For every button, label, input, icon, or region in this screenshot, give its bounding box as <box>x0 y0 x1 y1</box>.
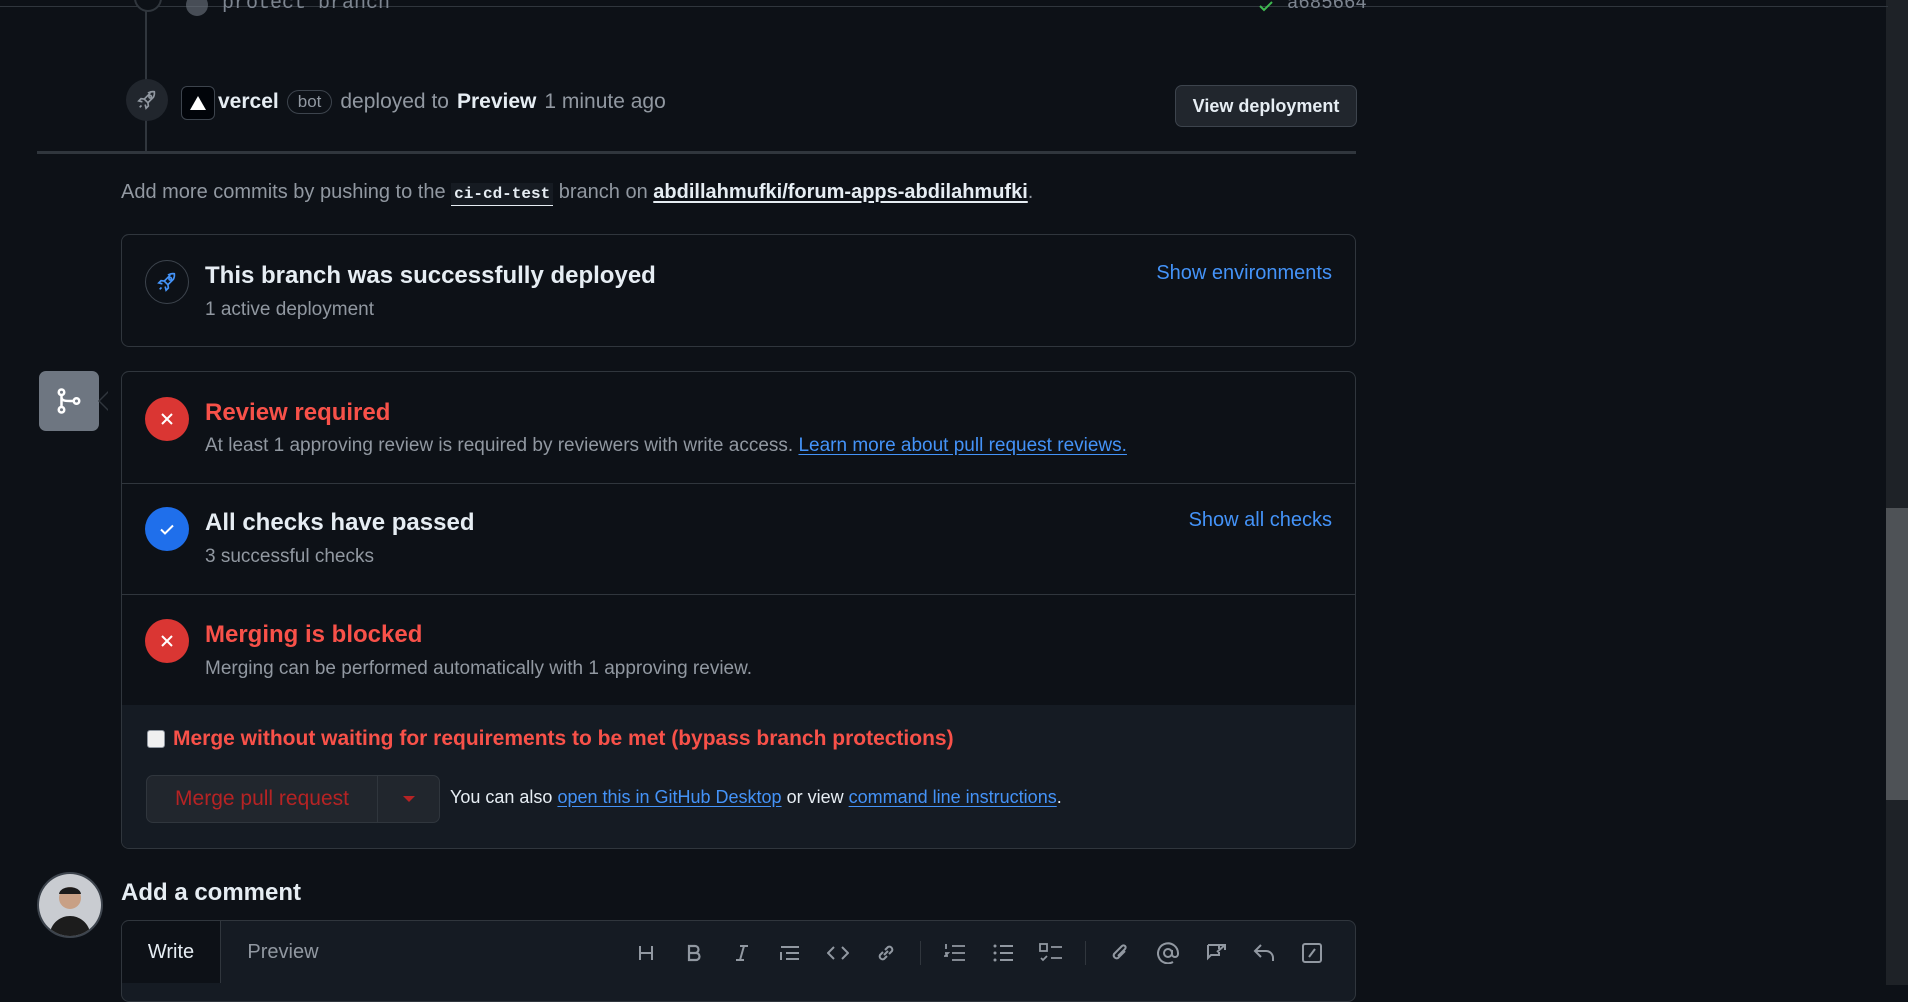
timeline-end-divider <box>37 151 1356 154</box>
merge-pull-request-button[interactable]: Merge pull request <box>147 776 378 822</box>
alternatives-middle: or view <box>786 787 844 807</box>
checks-subtitle: 3 successful checks <box>205 546 374 567</box>
merge-box-caret-inner <box>100 392 109 410</box>
show-environments-link[interactable]: Show environments <box>1156 262 1332 285</box>
deploy-author[interactable]: vercel <box>218 90 279 114</box>
command-line-link[interactable]: command line instructions <box>849 787 1057 807</box>
github-desktop-link[interactable]: open this in GitHub Desktop <box>557 787 781 807</box>
bypass-option[interactable]: Merge without waiting for requirements t… <box>147 727 954 751</box>
timeline-line-lower <box>145 125 147 151</box>
toolbar-divider <box>920 941 921 965</box>
commit-message[interactable]: protect branch <box>222 0 390 15</box>
mention-icon[interactable] <box>1154 939 1182 967</box>
unordered-list-icon[interactable] <box>989 939 1017 967</box>
alternatives-suffix: . <box>1056 787 1062 807</box>
review-required-title: Review required <box>205 399 391 426</box>
show-all-checks-link[interactable]: Show all checks <box>1189 509 1332 532</box>
checks-title: All checks have passed <box>205 509 475 536</box>
rocket-icon <box>126 79 168 121</box>
scrollbar-thumb[interactable] <box>1886 508 1908 800</box>
link-icon[interactable] <box>872 939 900 967</box>
x-circle-icon <box>145 619 189 663</box>
bypass-label[interactable]: Merge without waiting for requirements t… <box>173 727 954 751</box>
merge-actions: Merge without waiting for requirements t… <box>122 705 1355 848</box>
merge-alternatives: You can also open this in GitHub Desktop… <box>450 787 1062 808</box>
scrollbar-track[interactable] <box>1886 0 1908 985</box>
reference-icon[interactable] <box>1202 939 1230 967</box>
x-circle-icon <box>145 397 189 441</box>
repo-link[interactable]: abdillahmufki/forum-apps-abdilahmufki <box>653 181 1027 203</box>
git-branch-icon <box>39 371 99 431</box>
tab-write[interactable]: Write <box>122 921 221 983</box>
bypass-checkbox[interactable] <box>147 730 165 748</box>
deploy-time[interactable]: 1 minute ago <box>544 90 665 114</box>
branch-name[interactable]: ci-cd-test <box>451 183 554 206</box>
task-list-icon[interactable] <box>1037 939 1065 967</box>
add-comment-title: Add a comment <box>121 879 302 906</box>
push-hint-middle: branch on <box>558 181 648 203</box>
deployment-subtitle: 1 active deployment <box>205 299 374 320</box>
checks-section: All checks have passed 3 successful chec… <box>122 483 1355 595</box>
merge-blocked-subtitle: Merging can be performed automatically w… <box>205 658 753 679</box>
deployment-title: This branch was successfully deployed <box>205 262 656 289</box>
heading-icon[interactable] <box>632 939 660 967</box>
alternatives-prefix: You can also <box>450 787 553 807</box>
review-required-description: At least 1 approving review is required … <box>205 435 794 456</box>
merge-blocked-section: Merging is blocked Merging can be perfor… <box>122 594 1355 706</box>
review-required-section: Review required At least 1 approving rev… <box>122 372 1355 484</box>
caret-down-icon <box>402 796 415 802</box>
push-hint-prefix: Add more commits by pushing to the <box>121 181 446 203</box>
review-required-text: At least 1 approving review is required … <box>205 435 1127 457</box>
deploy-environment[interactable]: Preview <box>457 90 536 114</box>
merge-method-dropdown[interactable] <box>378 776 439 822</box>
slash-command-icon[interactable] <box>1298 939 1326 967</box>
merge-button-group: Merge pull request <box>146 775 440 823</box>
deploy-action: deployed to <box>340 90 449 113</box>
vercel-logo-icon[interactable] <box>181 86 215 120</box>
bot-badge: bot <box>286 90 333 114</box>
bold-icon[interactable] <box>680 939 708 967</box>
deployment-status-box: This branch was successfully deployed 1 … <box>121 234 1356 347</box>
check-icon[interactable] <box>1258 0 1274 14</box>
quote-icon[interactable] <box>776 939 804 967</box>
attach-icon[interactable] <box>1106 939 1134 967</box>
rocket-icon <box>145 260 189 304</box>
merge-box: Review required At least 1 approving rev… <box>121 371 1356 849</box>
learn-more-reviews-link[interactable]: Learn more about pull request reviews. <box>798 435 1126 456</box>
merge-blocked-title: Merging is blocked <box>205 621 423 648</box>
timeline-commit-dot <box>134 0 162 12</box>
ordered-list-icon[interactable] <box>941 939 969 967</box>
push-hint-suffix: . <box>1027 181 1034 203</box>
check-circle-icon <box>145 507 189 551</box>
view-deployment-button[interactable]: View deployment <box>1175 85 1357 127</box>
push-hint: Add more commits by pushing to the ci-cd… <box>121 181 1034 206</box>
comment-editor: Write Preview <box>121 920 1356 1002</box>
reply-icon[interactable] <box>1250 939 1278 967</box>
deploy-event: vercel bot deployed to Preview 1 minute … <box>218 86 666 118</box>
toolbar-divider <box>1085 941 1086 965</box>
code-icon[interactable] <box>824 939 852 967</box>
commit-sha[interactable]: a685664 <box>1287 0 1367 14</box>
italic-icon[interactable] <box>728 939 756 967</box>
markdown-toolbar <box>632 939 1326 967</box>
avatar[interactable] <box>37 872 103 938</box>
tab-preview[interactable]: Preview <box>220 921 346 983</box>
commit-author-avatar[interactable] <box>186 0 208 16</box>
